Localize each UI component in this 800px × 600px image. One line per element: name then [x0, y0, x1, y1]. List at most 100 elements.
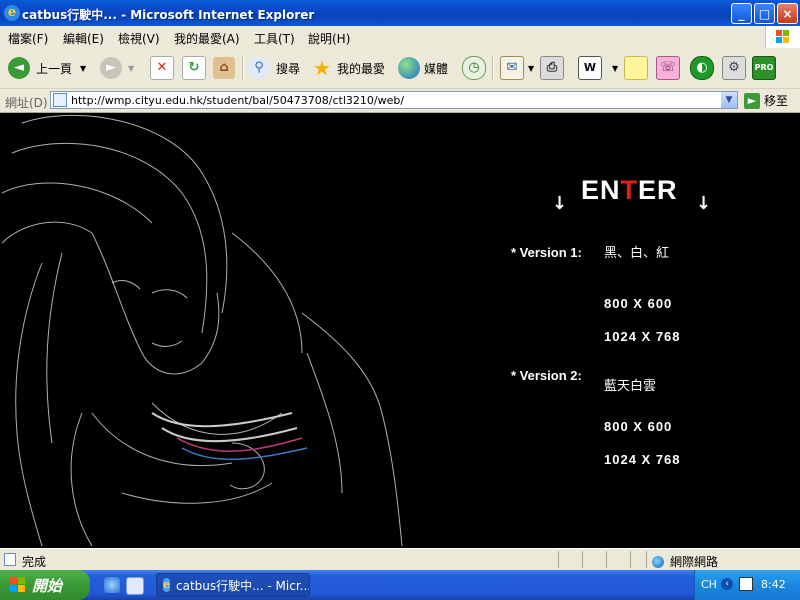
favorites-label: 我的最愛: [337, 61, 386, 76]
edit-button[interactable]: W ▼: [578, 54, 618, 82]
menu-view[interactable]: 檢視(V): [118, 30, 160, 47]
forward-arrow-icon: ►: [100, 57, 122, 79]
print-button[interactable]: ⎙: [540, 54, 564, 82]
back-arrow-icon: ◄: [8, 57, 30, 79]
down-arrow-left-icon: ↓: [552, 193, 568, 214]
address-dropdown-icon[interactable]: ▼: [721, 92, 737, 108]
minimize-button[interactable]: _: [731, 3, 752, 24]
search-label: 搜尋: [276, 61, 301, 76]
stop-icon: ✕: [150, 56, 174, 80]
page-done-icon: [4, 553, 16, 566]
version-1-name: 黑、白、紅: [604, 246, 670, 261]
enter-heading[interactable]: ENTER: [581, 175, 678, 206]
chevron-down-icon: ▼: [128, 63, 135, 73]
discuss-button[interactable]: [624, 54, 648, 82]
back-button[interactable]: ◄ 上一頁 ▼: [8, 54, 86, 82]
down-arrow-right-icon: ↓: [696, 193, 712, 214]
chevron-down-icon: ▼: [80, 63, 87, 73]
version-2-1024x768-link[interactable]: 1024 X 768: [604, 452, 681, 467]
printer-icon: ⎙: [540, 56, 564, 80]
girl-photo: [2, 114, 403, 546]
mail-button[interactable]: ✉ ▼: [500, 54, 534, 82]
taskbar-ie-window-button[interactable]: e catbus行駛中... - Micr...: [156, 573, 310, 597]
pro-button[interactable]: PRO: [752, 54, 776, 82]
favorites-button[interactable]: ★ 我的最愛: [311, 54, 385, 82]
ie-icon: e: [4, 5, 20, 21]
chevron-down-icon: ▼: [612, 63, 619, 73]
search-icon: ⚲: [248, 57, 270, 79]
taskbar-window-label: catbus行駛中... - Micr...: [176, 578, 310, 593]
menu-tools[interactable]: 工具(T): [254, 30, 295, 47]
quicklaunch-ie-icon[interactable]: [104, 577, 120, 593]
media-button[interactable]: 媒體: [398, 54, 448, 82]
home-icon: ⌂: [213, 57, 235, 79]
back-label: 上一頁: [36, 61, 73, 76]
version-2-name: 藍天白雲: [604, 379, 657, 394]
ie-icon: e: [163, 578, 170, 592]
menu-favorites[interactable]: 我的最愛(A): [174, 30, 240, 47]
version-2-label: * Version 2:: [511, 368, 582, 383]
chevron-down-icon: ▼: [528, 63, 535, 73]
windows-flag-icon: [10, 577, 26, 593]
version-1-800x600-link[interactable]: 800 X 600: [604, 296, 672, 311]
language-indicator[interactable]: CH: [701, 578, 717, 591]
tools-button[interactable]: ⚙: [722, 54, 746, 82]
address-url[interactable]: http://wmp.cityu.edu.hk/student/bal/5047…: [71, 94, 404, 107]
start-label: 開始: [32, 576, 63, 595]
addon-button[interactable]: ◐: [690, 54, 714, 82]
toolbar: ◄ 上一頁 ▼ ► ▼ ✕ ↻ ⌂ ⚲ 搜尋 ★ 我的最愛 媒體 ◷ ✉ ▼ ⎙…: [0, 48, 800, 89]
version-2-800x600-link[interactable]: 800 X 600: [604, 419, 672, 434]
go-arrow-icon: ►: [744, 92, 760, 109]
pro-icon: PRO: [752, 56, 776, 80]
tray-app-icon[interactable]: [739, 577, 753, 591]
address-input[interactable]: http://wmp.cityu.edu.hk/student/bal/5047…: [50, 91, 738, 109]
history-icon: ◷: [462, 56, 486, 80]
windows-logo-icon: [765, 26, 800, 48]
word-icon: W: [578, 56, 602, 80]
media-globe-icon: [398, 57, 420, 79]
clock: 8:42: [761, 578, 786, 591]
system-tray: CH ‹ 8:42: [694, 570, 800, 600]
tray-arrow-icon[interactable]: ‹: [721, 578, 733, 590]
taskbar: 開始 e catbus行駛中... - Micr... CH ‹ 8:42: [0, 570, 800, 600]
menu-file[interactable]: 檔案(F): [8, 30, 48, 47]
star-icon: ★: [313, 56, 331, 80]
quicklaunch-desktop-icon[interactable]: [126, 577, 144, 595]
status-bar: 完成 網際網路: [0, 548, 800, 571]
address-label: 網址(D): [5, 96, 48, 110]
menu-edit[interactable]: 編輯(E): [63, 30, 104, 47]
gear-icon: ⚙: [722, 56, 746, 80]
close-button[interactable]: ×: [777, 3, 798, 24]
search-button[interactable]: ⚲ 搜尋: [248, 54, 300, 82]
addon-green-icon: ◐: [690, 56, 714, 80]
menu-help[interactable]: 說明(H): [308, 30, 350, 47]
media-label: 媒體: [424, 61, 449, 76]
title-bar[interactable]: e catbus行駛中... - Microsoft Internet Expl…: [0, 0, 800, 26]
address-bar: 網址(D) http://wmp.cityu.edu.hk/student/ba…: [0, 89, 800, 113]
note-icon: [624, 56, 648, 80]
refresh-button[interactable]: ↻: [182, 54, 206, 82]
enter-text-suffix: ER: [638, 175, 678, 205]
home-button[interactable]: ⌂: [213, 54, 235, 82]
version-1-1024x768-link[interactable]: 1024 X 768: [604, 329, 681, 344]
go-label: 移至: [764, 94, 789, 108]
version-1-label: * Version 1:: [511, 245, 582, 260]
enter-text-red: T: [620, 175, 639, 205]
go-button[interactable]: ► 移至: [744, 92, 788, 109]
page-content: ENTER ↓ ↓ * Version 1: 黑、白、紅 800 X 600 1…: [2, 113, 798, 546]
zone-label: 網際網路: [670, 555, 719, 569]
phone-icon: ☏: [656, 56, 680, 80]
security-zone: 網際網路: [652, 553, 718, 570]
refresh-icon: ↻: [182, 56, 206, 80]
start-button[interactable]: 開始: [0, 570, 90, 600]
forward-button[interactable]: ► ▼: [100, 54, 134, 82]
page-icon: [53, 93, 67, 107]
maximize-button[interactable]: □: [754, 3, 775, 24]
history-button[interactable]: ◷: [462, 54, 486, 82]
mail-icon: ✉: [500, 56, 524, 80]
messenger-button[interactable]: ☏: [656, 54, 680, 82]
enter-text-prefix: EN: [581, 175, 621, 205]
window-title: catbus行駛中... - Microsoft Internet Explor…: [22, 8, 315, 22]
stop-button[interactable]: ✕: [150, 54, 174, 82]
status-text: 完成: [22, 555, 47, 569]
